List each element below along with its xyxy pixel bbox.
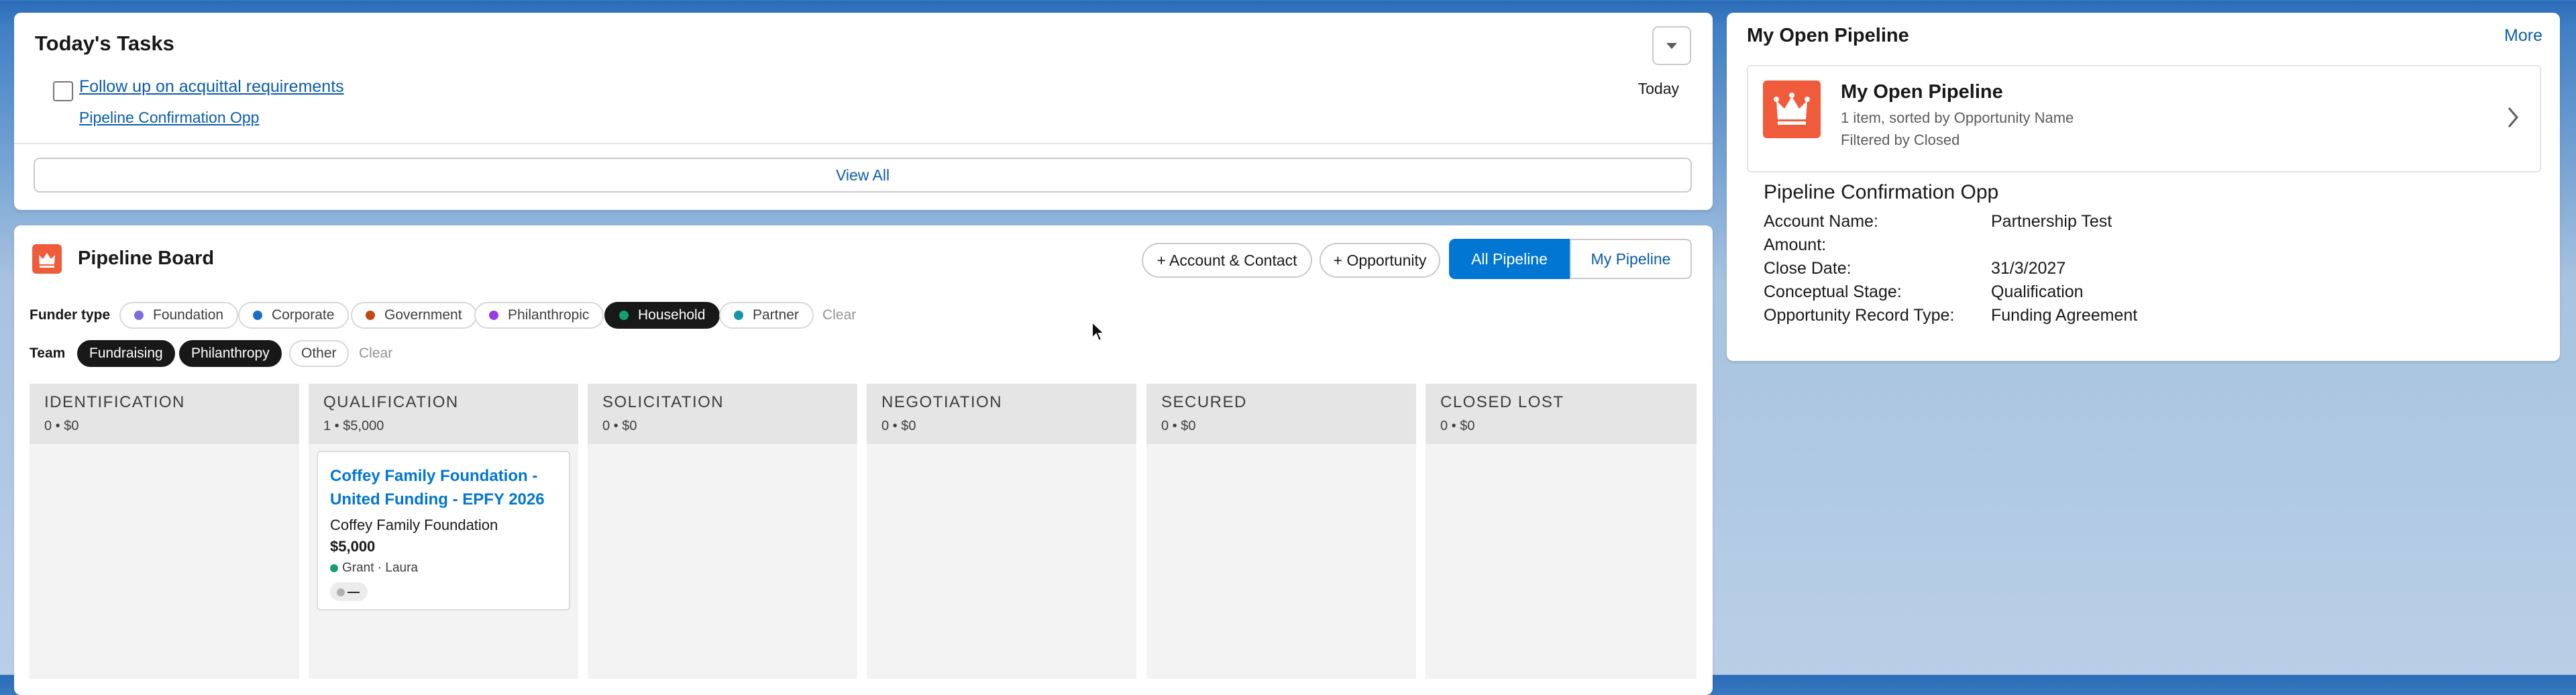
all-pipeline-toggle[interactable]: All Pipeline (1449, 239, 1570, 279)
funder-type-label: Funder type (30, 307, 111, 323)
column-title: IDENTIFICATION (44, 393, 185, 411)
opportunity-status-badge: — (330, 582, 368, 601)
field-label-account-name: Account Name: (1764, 212, 1878, 231)
funder-chip-government[interactable]: Government (351, 302, 477, 329)
pipeline-header-title: My Open Pipeline (1747, 25, 1909, 46)
field-value-conceptual-stage: Qualification (1991, 282, 2084, 301)
opportunity-account: Coffey Family Foundation (330, 517, 498, 533)
more-link[interactable]: More (2504, 26, 2542, 46)
team-chip-other[interactable]: Other (289, 340, 349, 367)
opportunity-card[interactable]: Coffey Family Foundation - United Fundin… (317, 451, 570, 610)
mouse-cursor-icon (1091, 321, 1106, 342)
field-label-amount: Amount: (1764, 235, 1827, 254)
column-title: NEGOTIATION (881, 393, 1003, 411)
list-subtitle-filter: Filtered by Closed (1841, 131, 1960, 148)
column-summary: 0 • $0 (1440, 419, 1475, 433)
opportunity-card-title[interactable]: Coffey Family Foundation - United Fundin… (330, 464, 545, 511)
funder-chip-household[interactable]: Household (604, 302, 720, 329)
column-title: QUALIFICATION (323, 393, 459, 411)
partner-dot-icon (734, 311, 743, 321)
view-all-button[interactable]: View All (34, 158, 1692, 193)
funder-chip-foundation[interactable]: Foundation (119, 302, 239, 329)
opportunity-amount: $5,000 (330, 538, 376, 555)
column-summary: 0 • $0 (602, 419, 637, 433)
column-solicitation: SOLICITATION 0 • $0 (588, 384, 857, 679)
my-open-pipeline-card: My Open Pipeline More My Open Pipeline 1… (1727, 13, 2560, 361)
column-title: SECURED (1161, 393, 1247, 411)
funder-chip-corporate[interactable]: Corporate (238, 302, 350, 329)
household-dot-icon (619, 311, 629, 321)
field-value-account-name: Partnership Test (1991, 212, 2112, 231)
column-closed-lost: CLOSED LOST 0 • $0 (1426, 384, 1697, 679)
grant-dot-icon (330, 564, 338, 572)
tasks-menu-button[interactable] (1652, 26, 1691, 65)
funder-chip-partner[interactable]: Partner (719, 302, 814, 329)
field-label-record-type: Opportunity Record Type: (1764, 306, 1955, 325)
pipeline-list-icon (1763, 81, 1821, 138)
corporate-dot-icon (253, 311, 262, 321)
funder-clear-link[interactable]: Clear (822, 307, 856, 323)
column-title: SOLICITATION (602, 393, 724, 411)
foundation-dot-icon (134, 311, 144, 321)
list-name: My Open Pipeline (1841, 81, 2003, 103)
add-opportunity-button[interactable]: + Opportunity (1320, 243, 1440, 278)
column-summary: 1 • $5,000 (323, 419, 384, 433)
task-subject-link[interactable]: Follow up on acquittal requirements (79, 77, 344, 97)
column-summary: 0 • $0 (1161, 419, 1196, 433)
philanthropic-dot-icon (489, 311, 498, 321)
my-pipeline-toggle[interactable]: My Pipeline (1570, 239, 1692, 279)
task-checkbox[interactable] (53, 81, 73, 101)
task-related-link[interactable]: Pipeline Confirmation Opp (79, 109, 259, 127)
government-dot-icon (366, 311, 375, 321)
column-title: CLOSED LOST (1440, 393, 1564, 411)
pipeline-board-icon (32, 244, 62, 274)
status-dot-icon (337, 588, 345, 597)
column-identification: IDENTIFICATION 0 • $0 (30, 384, 299, 679)
team-label: Team (30, 345, 66, 361)
list-subtitle-sort: 1 item, sorted by Opportunity Name (1841, 109, 2074, 126)
field-value-record-type: Funding Agreement (1991, 306, 2138, 325)
chevron-right-icon (2508, 107, 2518, 127)
team-chip-philanthropy[interactable]: Philanthropy (179, 340, 282, 367)
task-due-date: Today (1638, 80, 1679, 97)
field-label-close-date: Close Date: (1764, 259, 1851, 278)
opportunity-meta: Grant · Laura (330, 561, 418, 576)
field-label-conceptual-stage: Conceptual Stage: (1764, 282, 1902, 301)
divider (14, 143, 1713, 144)
column-secured: SECURED 0 • $0 (1146, 384, 1416, 679)
column-summary: 0 • $0 (44, 419, 79, 433)
add-account-contact-button[interactable]: + Account & Contact (1142, 243, 1312, 278)
list-view-row[interactable]: My Open Pipeline 1 item, sorted by Oppor… (1747, 65, 2541, 172)
record-title: Pipeline Confirmation Opp (1764, 181, 1999, 203)
column-summary: 0 • $0 (881, 419, 916, 433)
field-value-close-date: 31/3/2027 (1991, 259, 2066, 278)
column-negotiation: NEGOTIATION 0 • $0 (867, 384, 1136, 679)
todays-tasks-card: Today's Tasks Follow up on acquittal req… (14, 13, 1713, 210)
funder-chip-philanthropic[interactable]: Philanthropic (474, 302, 604, 329)
board-title: Pipeline Board (78, 248, 215, 269)
team-clear-link[interactable]: Clear (359, 345, 392, 362)
column-qualification: QUALIFICATION 1 • $5,000 Coffey Family Fo… (309, 384, 578, 679)
team-chip-fundraising[interactable]: Fundraising (77, 340, 175, 367)
chevron-down-icon (1666, 43, 1677, 49)
tasks-title: Today's Tasks (35, 32, 174, 55)
